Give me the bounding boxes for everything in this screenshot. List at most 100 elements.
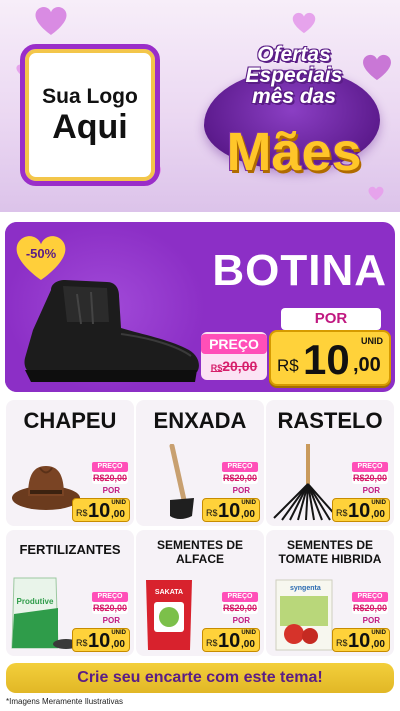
preco-label: PREÇO [222, 592, 258, 602]
title-subtitle: Ofertas Especiais mês das [196, 44, 392, 107]
old-price-value: 20,00 [104, 603, 128, 613]
bag-label: Produtive [17, 597, 54, 606]
preco-label: PREÇO [201, 334, 267, 354]
price-decimal: ,00 [371, 509, 385, 520]
price-integer: 10 [348, 630, 371, 652]
old-price: R$20,00 [222, 473, 258, 483]
por-label: POR [362, 486, 380, 495]
unit-label: UNID [241, 500, 256, 506]
por-label: POR [281, 308, 381, 330]
por-label: POR [102, 616, 120, 625]
header-banner: Sua Logo Aqui Ofertas Especiais mês das … [0, 0, 400, 212]
product-name: SEMENTES DE ALFACE [136, 538, 264, 566]
unit-label: UNID [371, 500, 386, 506]
por-label: POR [232, 486, 250, 495]
old-price-currency: R$ [222, 603, 235, 613]
price-tag: UNID R$ 10 ,00 [72, 498, 130, 522]
price-integer: 10 [88, 500, 111, 522]
old-price-currency: R$ [352, 603, 365, 613]
price-integer: 10 [303, 336, 350, 383]
product-name: RASTELO [277, 408, 383, 433]
price-decimal: ,00 [353, 354, 381, 376]
old-price-currency: R$ [210, 363, 223, 373]
unit-label: UNID [371, 630, 386, 636]
fertilizer-bag-icon: Produtive [11, 577, 79, 649]
preco-label: PREÇO [92, 462, 128, 472]
old-price-value: 20,00 [364, 603, 388, 613]
logo-text: Aqui [52, 107, 128, 146]
product-name: CHAPEU [23, 408, 117, 433]
price-currency: R$ [336, 508, 348, 518]
old-price-tag: PREÇO R$20,00 [222, 592, 258, 614]
old-price-currency: R$ [352, 473, 365, 483]
rake-icon [273, 444, 339, 521]
old-price-currency: R$ [92, 603, 105, 613]
title-line: Ofertas [257, 43, 331, 66]
price-tag: UNID R$ 10 ,00 [72, 628, 130, 652]
price-currency: R$ [206, 638, 218, 648]
price-decimal: ,00 [371, 639, 385, 650]
por-label: POR [232, 616, 250, 625]
product-card[interactable]: CHAPEU PREÇO R$20,00 POR UNID R$ 10 ,00 [6, 400, 134, 526]
preco-label: PREÇO [222, 462, 258, 472]
product-name: SEMENTES DE TOMATE HIBRIDA [266, 538, 394, 566]
por-label: POR [362, 616, 380, 625]
product-name-line: SEMENTES DE [286, 538, 373, 552]
logo-text: Sua Logo [42, 84, 138, 108]
price-currency: R$ [277, 356, 299, 375]
price-decimal: ,00 [241, 509, 255, 520]
price-currency: R$ [76, 508, 88, 518]
disclaimer-text: *Imagens Meramente Ilustrativas [6, 697, 123, 706]
create-flyer-button[interactable]: Crie seu encarte com este tema! [6, 663, 394, 693]
preco-label: PREÇO [92, 592, 128, 602]
preco-label: PREÇO [352, 462, 388, 472]
old-price-value: 20,00 [104, 473, 128, 483]
old-price-tag: PREÇO R$20,00 [92, 462, 128, 484]
price-currency: R$ [76, 638, 88, 648]
product-name: FERTILIZANTES [19, 542, 121, 557]
tomato-seeds-icon: syngenta [275, 579, 333, 651]
hat-icon [12, 466, 80, 510]
old-price: R$20,00 [201, 358, 267, 374]
product-card[interactable]: RASTELO PREÇO R$20,00 POR UNID R$ 10 ,00 [266, 400, 394, 526]
unit-label: UNID [111, 630, 126, 636]
price-tag: UNID R$ 10 ,00 [269, 330, 391, 386]
title-main: Mães [226, 122, 362, 182]
flyer-page: Sua Logo Aqui Ofertas Especiais mês das … [0, 0, 400, 711]
old-price-tag: PREÇO R$20,00 [352, 592, 388, 614]
product-card[interactable]: ENXADA PREÇO R$20,00 POR UNID R$ 10 ,00 [136, 400, 264, 526]
product-card[interactable]: FERTILIZANTES Produtive PREÇO R$20,00 PO… [6, 530, 134, 656]
product-name-line: ALFACE [176, 552, 224, 566]
old-price: R$20,00 [92, 603, 128, 613]
old-price-tag: PREÇO R$20,00 [201, 332, 267, 380]
price-integer: 10 [218, 500, 241, 522]
heart-icon [292, 12, 316, 34]
unit-label: UNID [111, 500, 126, 506]
logo-placeholder[interactable]: Sua Logo Aqui [20, 44, 160, 186]
price-tag: UNID R$ 10 ,00 [202, 628, 260, 652]
price-tag: UNID R$ 10 ,00 [332, 628, 390, 652]
price-currency: R$ [336, 638, 348, 648]
boot-icon [24, 280, 199, 382]
featured-product[interactable]: -50% BOTINA PREÇO R$20,00 POR UNID R$ 10… [5, 222, 395, 392]
pack-label: SAKATA [155, 589, 183, 596]
price-tag: UNID R$ 10 ,00 [202, 498, 260, 522]
old-price-tag: PREÇO R$20,00 [222, 462, 258, 484]
old-price-tag: PREÇO R$20,00 [92, 592, 128, 614]
product-card[interactable]: SEMENTES DE TOMATE HIBRIDA syngenta PREÇ… [266, 530, 394, 656]
product-name: ENXADA [153, 408, 247, 433]
price-tag: UNID R$ 10 ,00 [332, 498, 390, 522]
old-price-currency: R$ [92, 473, 105, 483]
price-decimal: ,00 [111, 509, 125, 520]
old-price: R$20,00 [222, 603, 258, 613]
old-price-value: 20,00 [234, 473, 258, 483]
product-card[interactable]: SEMENTES DE ALFACE SAKATA PREÇO R$20,00 … [136, 530, 264, 656]
old-price: R$20,00 [352, 473, 388, 483]
product-name: BOTINA [212, 246, 387, 295]
price-integer: 10 [88, 630, 111, 652]
price-integer: 10 [218, 630, 241, 652]
unit-label: UNID [241, 630, 256, 636]
hoe-icon [169, 444, 194, 519]
price-integer: 10 [348, 500, 371, 522]
title-line: Especiais [245, 64, 343, 87]
